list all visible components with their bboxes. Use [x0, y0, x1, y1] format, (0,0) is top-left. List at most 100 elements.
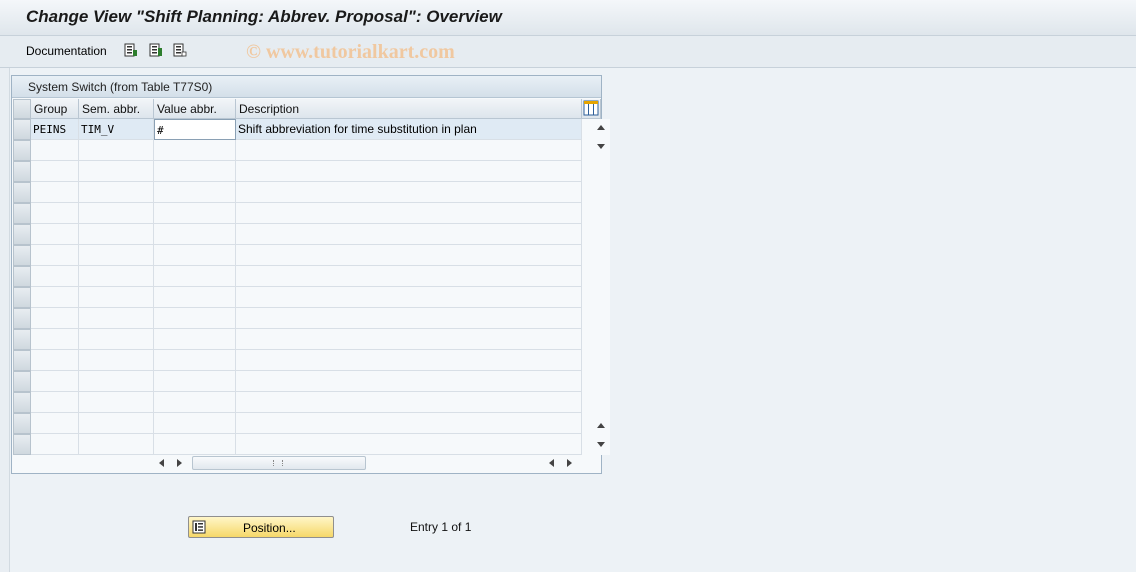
cell-sem-abbr: TIM_V [79, 119, 154, 140]
horizontal-scrollbar[interactable] [192, 456, 366, 470]
scroll-down-icon[interactable] [597, 144, 605, 149]
cell-group [31, 350, 79, 371]
row-selector[interactable] [13, 182, 31, 203]
cell-description [236, 308, 582, 329]
cell-sem-abbr [79, 161, 154, 182]
row-selector[interactable] [13, 140, 31, 161]
select-all-rows-button[interactable] [13, 99, 31, 119]
cell-group [31, 161, 79, 182]
row-selector[interactable] [13, 350, 31, 371]
cell-value-abbr [154, 140, 236, 161]
row-selector[interactable] [13, 161, 31, 182]
row-selector[interactable] [13, 245, 31, 266]
row-selector[interactable] [13, 308, 31, 329]
column-header-sem-abbr[interactable]: Sem. abbr. [79, 99, 154, 119]
cell-description [236, 203, 582, 224]
cell-sem-abbr [79, 266, 154, 287]
cell-description: Shift abbreviation for time substitution… [236, 119, 582, 140]
cell-sem-abbr [79, 287, 154, 308]
cell-sem-abbr [79, 329, 154, 350]
watermark: © www.tutorialkart.com [246, 41, 455, 63]
cell-description [236, 245, 582, 266]
position-icon [192, 520, 206, 534]
table-settings-button[interactable] [582, 99, 601, 119]
table-title: System Switch (from Table T77S0) [12, 76, 601, 98]
row-selector[interactable] [13, 392, 31, 413]
row-selector[interactable] [13, 224, 31, 245]
page-down-icon[interactable] [597, 442, 605, 447]
cell-group [31, 224, 79, 245]
cell-sem-abbr [79, 203, 154, 224]
vertical-scrollbar[interactable] [593, 119, 610, 455]
cell-description [236, 287, 582, 308]
cell-value-abbr [154, 329, 236, 350]
cell-description [236, 434, 582, 455]
cell-value-abbr [154, 224, 236, 245]
cell-description [236, 392, 582, 413]
entry-counter: Entry 1 of 1 [410, 520, 472, 534]
row-selector[interactable] [13, 329, 31, 350]
cell-group [31, 413, 79, 434]
cell-value-abbr [154, 245, 236, 266]
row-selector[interactable] [13, 434, 31, 455]
deselect-all-icon[interactable] [173, 43, 187, 57]
value-abbr-input[interactable]: # [154, 119, 236, 140]
cell-description [236, 140, 582, 161]
cell-description [236, 161, 582, 182]
page-title: Change View "Shift Planning: Abbrev. Pro… [26, 7, 502, 26]
position-button[interactable]: Position... [188, 516, 334, 538]
cell-group [31, 434, 79, 455]
cell-description [236, 224, 582, 245]
documentation-button[interactable]: Documentation [26, 44, 107, 58]
row-selector[interactable] [13, 413, 31, 434]
cell-value-abbr [154, 350, 236, 371]
cell-group [31, 308, 79, 329]
select-block-icon[interactable] [149, 43, 163, 57]
cell-sem-abbr [79, 392, 154, 413]
scroll-right-icon[interactable] [177, 459, 182, 467]
table-control: System Switch (from Table T77S0) Group S… [11, 75, 610, 474]
cell-description [236, 266, 582, 287]
cell-group [31, 182, 79, 203]
cell-description [236, 371, 582, 392]
position-button-label: Position... [243, 521, 296, 535]
scroll-left-end-icon[interactable] [549, 459, 554, 467]
cell-description [236, 182, 582, 203]
column-header-description[interactable]: Description [236, 99, 582, 119]
cell-group [31, 287, 79, 308]
scroll-left-icon[interactable] [159, 459, 164, 467]
scroll-thumb-grip [273, 460, 283, 466]
cell-sem-abbr [79, 371, 154, 392]
cell-group [31, 392, 79, 413]
cell-group: PEINS [31, 119, 79, 140]
column-header-group[interactable]: Group [31, 99, 79, 119]
cell-sem-abbr [79, 434, 154, 455]
application-toolbar: Documentation © www.tutorialkart.com [0, 36, 1136, 68]
row-selector[interactable] [13, 119, 31, 140]
row-selector[interactable] [13, 203, 31, 224]
cell-group [31, 371, 79, 392]
scroll-up-icon[interactable] [597, 125, 605, 130]
title-bar: Change View "Shift Planning: Abbrev. Pro… [0, 0, 1136, 36]
cell-sem-abbr [79, 140, 154, 161]
cell-value-abbr [154, 434, 236, 455]
page-up-icon[interactable] [597, 423, 605, 428]
row-selector[interactable] [13, 371, 31, 392]
cell-description [236, 329, 582, 350]
cell-value-abbr [154, 308, 236, 329]
row-selector[interactable] [13, 287, 31, 308]
table-settings-icon[interactable] [583, 100, 599, 116]
cell-description [236, 350, 582, 371]
cell-value-abbr [154, 287, 236, 308]
cell-value-abbr [154, 182, 236, 203]
table-title-text: System Switch (from Table T77S0) [28, 80, 213, 94]
cell-sem-abbr [79, 350, 154, 371]
select-all-icon[interactable] [124, 43, 138, 57]
scroll-right-end-icon[interactable] [567, 459, 572, 467]
row-selector[interactable] [13, 266, 31, 287]
column-header-value-abbr[interactable]: Value abbr. [154, 99, 236, 119]
cell-value-abbr [154, 413, 236, 434]
cell-value-abbr [154, 371, 236, 392]
cell-value-abbr [154, 203, 236, 224]
cell-sem-abbr [79, 245, 154, 266]
